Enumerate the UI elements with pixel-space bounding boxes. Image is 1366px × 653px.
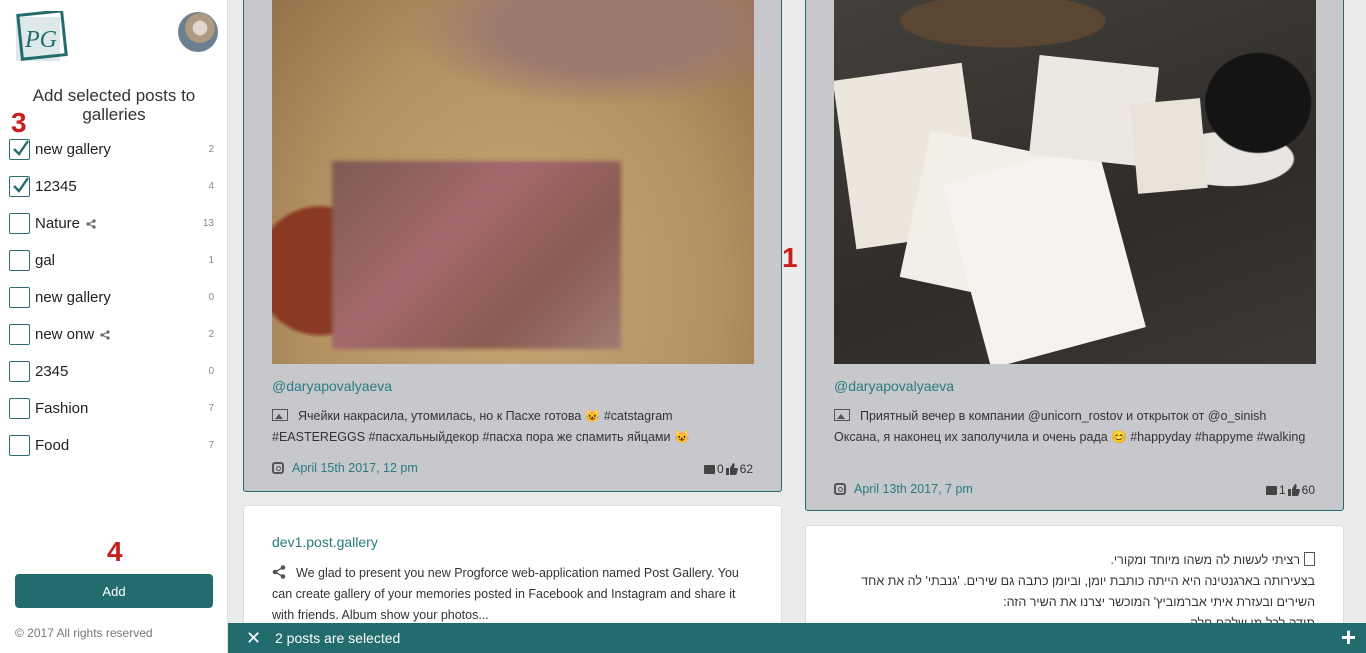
gallery-count: 13 xyxy=(202,218,214,229)
gallery-checkbox[interactable] xyxy=(9,398,30,419)
close-icon[interactable]: ✕ xyxy=(246,629,261,647)
gallery-item[interactable]: new gallery 0 xyxy=(9,279,221,316)
gallery-name: new gallery xyxy=(35,289,111,306)
post-author[interactable]: @daryapovalyaeva xyxy=(834,378,954,394)
gallery-name: new onw xyxy=(35,326,95,343)
gallery-name: Fashion xyxy=(35,400,89,417)
like-count: 62 xyxy=(739,462,753,476)
gallery-count: 0 xyxy=(208,292,214,303)
checkmark-icon xyxy=(13,177,29,193)
annotation-4: 4 xyxy=(107,536,123,567)
gallery-item[interactable]: Nature 13 xyxy=(9,205,221,242)
shared-icon xyxy=(86,218,96,229)
gallery-checkbox[interactable] xyxy=(9,324,30,345)
gallery-item[interactable]: gal 1 xyxy=(9,242,221,279)
gallery-count: 7 xyxy=(208,403,214,414)
post-text-hebrew: רציתי לעשות לה משהו מיוחד ומקורי. בצעירו… xyxy=(825,550,1315,634)
post-card-selected[interactable]: @daryapovalyaeva Ячейки накрасила, утоми… xyxy=(243,0,782,492)
post-caption-text: Ячейки накрасила, утомилась, но к Пасхе … xyxy=(272,409,690,444)
gallery-count: 0 xyxy=(208,366,214,377)
sidebar-title: Add selected posts to galleries xyxy=(32,86,196,124)
post-text-line: רציתי לעשות לה משהו מיוחד ומקורי. xyxy=(1110,553,1300,567)
annotation-1: 1 xyxy=(782,242,798,273)
instagram-icon xyxy=(834,483,846,495)
gallery-checkbox[interactable] xyxy=(9,250,30,271)
gallery-name: 2345 xyxy=(35,363,69,380)
post-caption: Приятный вечер в компании @unicorn_rosto… xyxy=(834,406,1314,448)
gallery-item[interactable]: 2345 0 xyxy=(9,353,221,390)
gallery-name: gal xyxy=(35,252,56,269)
post-photo[interactable] xyxy=(834,0,1316,364)
gallery-item[interactable]: new onw 2 xyxy=(9,316,221,353)
post-caption: We glad to present you new Progforce web… xyxy=(272,563,757,626)
blurred-region xyxy=(332,161,621,349)
gallery-count: 4 xyxy=(208,181,214,192)
document-icon xyxy=(1304,552,1315,566)
thumbs-up-icon xyxy=(1287,484,1300,496)
user-avatar[interactable] xyxy=(178,12,218,52)
gallery-checkbox[interactable] xyxy=(9,435,30,456)
post-author[interactable]: @daryapovalyaeva xyxy=(272,378,392,394)
gallery-name: Nature xyxy=(35,215,81,232)
instagram-icon xyxy=(272,462,284,474)
post-date[interactable]: April 15th 2017, 12 pm xyxy=(292,461,418,475)
gallery-list: new gallery 2 12345 4 Nature 13 gal 1 ne… xyxy=(9,131,221,464)
gallery-item[interactable]: new gallery 2 xyxy=(9,131,221,168)
post-gallery-logo[interactable]: PG xyxy=(14,11,70,63)
post-card-selected[interactable]: @daryapovalyaeva Приятный вечер в компан… xyxy=(805,0,1344,511)
post-date-row: April 13th 2017, 7 pm xyxy=(834,482,973,496)
add-button[interactable]: Add xyxy=(15,574,213,608)
post-text-line: השירים ובעזרת איתי אברמוביץ' המוכשר יצרנ… xyxy=(1003,595,1315,609)
gallery-checkbox[interactable] xyxy=(9,361,30,382)
post-text-line: בצעירותה בארגנטינה היא הייתה כותבת יומן,… xyxy=(861,574,1315,588)
gallery-item[interactable]: 12345 4 xyxy=(9,168,221,205)
gallery-name: 12345 xyxy=(35,178,77,195)
annotation-3: 3 xyxy=(11,107,27,138)
like-count: 60 xyxy=(1301,483,1315,497)
gallery-checkbox[interactable] xyxy=(9,176,30,197)
gallery-count: 2 xyxy=(208,329,214,340)
share-icon xyxy=(272,565,286,579)
gallery-checkbox[interactable] xyxy=(9,139,30,160)
gallery-item[interactable]: Fashion 7 xyxy=(9,390,221,427)
image-post-icon xyxy=(834,409,850,421)
gallery-checkbox[interactable] xyxy=(9,213,30,234)
gallery-count: 7 xyxy=(208,440,214,451)
post-date[interactable]: April 13th 2017, 7 pm xyxy=(854,482,973,496)
shared-icon xyxy=(100,329,110,340)
checkmark-icon xyxy=(13,140,29,156)
post-caption-text: Приятный вечер в компании @unicorn_rosto… xyxy=(834,409,1306,444)
gallery-count: 1 xyxy=(208,255,214,266)
gallery-item[interactable]: Food 7 xyxy=(9,427,221,464)
selection-bar: ✕ 2 posts are selected + xyxy=(228,623,1366,653)
post-date-row: April 15th 2017, 12 pm xyxy=(272,461,418,475)
post-photo[interactable] xyxy=(272,0,754,364)
svg-text:PG: PG xyxy=(24,27,57,53)
post-stats: 1 60 xyxy=(1265,483,1315,497)
gallery-name: Food xyxy=(35,437,70,454)
gallery-count: 2 xyxy=(208,144,214,155)
copyright: © 2017 All rights reserved xyxy=(15,626,153,640)
comment-count: 0 xyxy=(716,462,724,476)
post-author[interactable]: dev1.post.gallery xyxy=(272,534,378,550)
comment-count: 1 xyxy=(1278,483,1286,497)
post-stats: 0 62 xyxy=(703,462,753,476)
add-icon[interactable]: + xyxy=(1341,624,1356,650)
thumbs-up-icon xyxy=(725,463,738,475)
post-caption-text: We glad to present you new Progforce web… xyxy=(272,566,739,622)
post-caption: Ячейки накрасила, утомилась, но к Пасхе … xyxy=(272,406,742,448)
selection-count-text: 2 posts are selected xyxy=(275,630,401,646)
comment-icon xyxy=(1265,485,1277,495)
image-post-icon xyxy=(272,409,288,421)
gallery-checkbox[interactable] xyxy=(9,287,30,308)
gallery-name: new gallery xyxy=(35,141,111,158)
comment-icon xyxy=(703,464,715,474)
